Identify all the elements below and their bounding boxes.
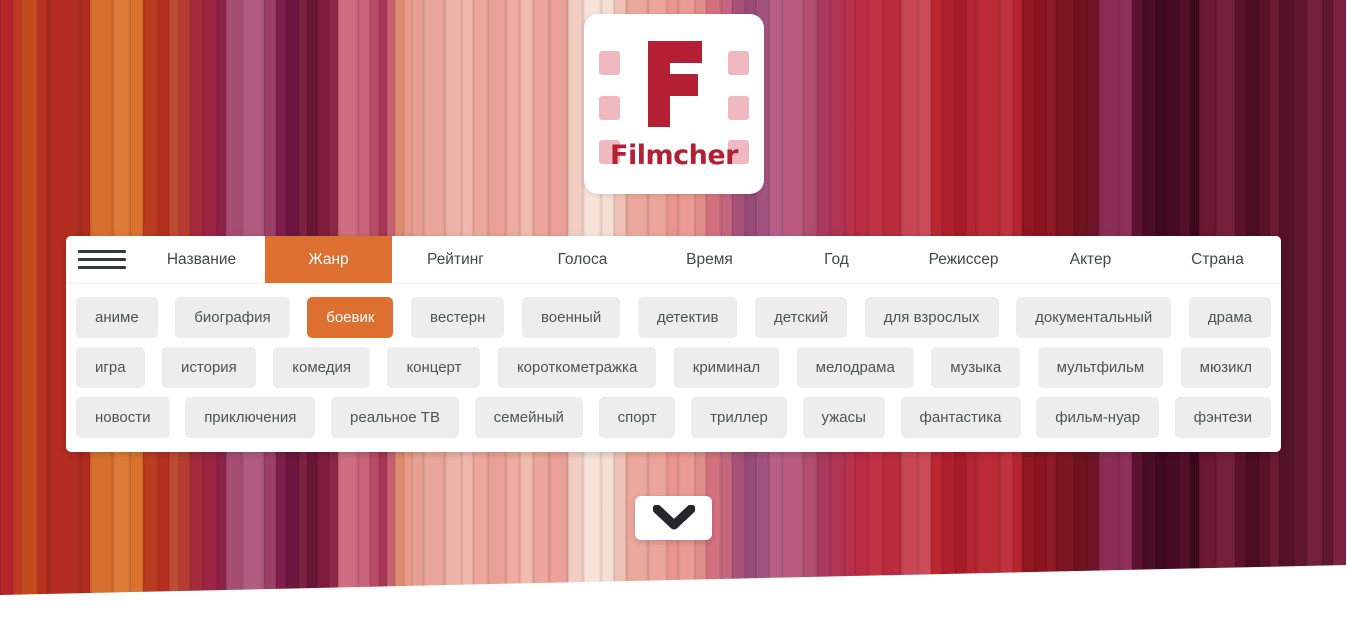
genre-chip[interactable]: триллер [691, 397, 787, 438]
genre-chip[interactable]: короткометражка [497, 347, 657, 388]
genre-chip[interactable]: мюзикл [1180, 347, 1271, 388]
background-stripe [0, 0, 14, 595]
genre-chip[interactable]: приключения [185, 397, 316, 438]
genre-chip[interactable]: фильм-нуар [1036, 397, 1160, 438]
genre-chip-row: аниме биография боевик вестерн военный детект… [76, 297, 1271, 338]
hamburger-bar [78, 250, 126, 253]
genre-chip[interactable]: музыка [931, 347, 1021, 388]
genre-chip[interactable]: военный [521, 297, 621, 338]
hamburger-bar [78, 266, 126, 269]
genre-chip[interactable]: новости [76, 397, 170, 438]
genre-chip[interactable]: реальное ТВ [331, 397, 459, 438]
genre-chip[interactable]: история [162, 347, 256, 388]
background-stripe [38, 0, 48, 595]
genre-chip[interactable]: детектив [637, 297, 738, 338]
tab-label: Год [824, 250, 849, 268]
genre-chip[interactable]: ужасы [802, 397, 885, 438]
genre-chip[interactable]: для взрослых [864, 297, 999, 338]
tab-label: Страна [1191, 250, 1244, 268]
background-stripe [1294, 0, 1308, 595]
genre-chip[interactable]: аниме [76, 297, 158, 338]
filter-panel: Название Жанр Рейтинг Голоса Время Год Режиссе… [66, 236, 1281, 452]
logo-wordmark: Filmcher [610, 140, 738, 171]
tab-label: Голоса [557, 250, 608, 268]
tab-label: Жанр [308, 250, 349, 268]
logo-letter-f-icon [584, 32, 764, 135]
hamburger-icon[interactable] [66, 236, 138, 283]
genre-chip-row: новости приключения реальное ТВ семейный спо… [76, 397, 1271, 438]
background-stripe [13, 0, 22, 595]
chevron-down-icon [652, 505, 695, 530]
tab-label: Актер [1069, 250, 1112, 268]
filter-tabbar: Название Жанр Рейтинг Голоса Время Год Режиссе… [66, 236, 1281, 284]
genre-chip[interactable]: спорт [598, 397, 676, 438]
genre-chip[interactable]: мелодрама [796, 347, 914, 388]
genre-chip[interactable]: документальный [1016, 297, 1172, 338]
tab-0[interactable]: Название [138, 236, 265, 283]
genre-chip[interactable]: мультфильм [1037, 347, 1164, 388]
tab-3[interactable]: Голоса [519, 236, 646, 283]
genre-chip[interactable]: криминал [673, 347, 780, 388]
hamburger-bar [78, 258, 126, 261]
genre-chip[interactable]: детский [755, 297, 848, 338]
tab-1[interactable]: Жанр [265, 236, 392, 283]
background-stripe [1307, 0, 1323, 595]
tab-6[interactable]: Режиссер [900, 236, 1027, 283]
tab-label: Рейтинг [427, 250, 484, 268]
tab-8[interactable]: Страна [1154, 236, 1281, 283]
background-stripe [1333, 0, 1347, 595]
tab-7[interactable]: Актер [1027, 236, 1154, 283]
tab-2[interactable]: Рейтинг [392, 236, 519, 283]
genre-chip[interactable]: концерт [387, 347, 481, 388]
page-root: Filmcher Название Жанр Рейтинг Голоса Время Г… [0, 0, 1347, 625]
genre-chip[interactable]: фантастика [900, 397, 1021, 438]
genre-chip[interactable]: драма [1188, 297, 1271, 338]
app-logo[interactable]: Filmcher [584, 14, 764, 194]
genre-chip-row: игра история комедия концерт короткометражка… [76, 347, 1271, 388]
genre-chip-grid: аниме биография боевик вестерн военный детект… [66, 284, 1281, 452]
genre-chip[interactable]: вестерн [411, 297, 505, 338]
genre-chip[interactable]: фэнтези [1174, 397, 1271, 438]
tab-4[interactable]: Время [646, 236, 773, 283]
genre-chip[interactable]: комедия [273, 347, 370, 388]
genre-chip[interactable]: семейный [474, 397, 583, 438]
scroll-down-button[interactable] [635, 496, 712, 540]
tab-label: Время [686, 250, 733, 268]
genre-chip[interactable]: биография [175, 297, 290, 338]
tab-5[interactable]: Год [773, 236, 900, 283]
tab-label: Название [166, 250, 237, 268]
background-stripe [1279, 0, 1295, 595]
background-stripe [1322, 0, 1334, 595]
genre-chip[interactable]: боевик [307, 297, 394, 338]
background-stripe [21, 0, 39, 595]
tab-label: Режиссер [928, 250, 999, 268]
genre-chip[interactable]: игра [76, 347, 145, 388]
